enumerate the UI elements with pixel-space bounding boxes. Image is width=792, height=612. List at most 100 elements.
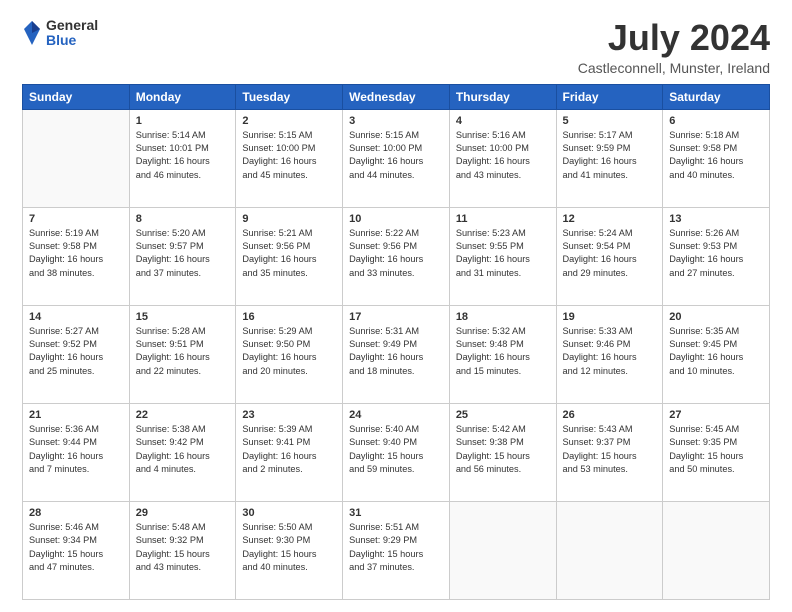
col-header-friday: Friday bbox=[556, 84, 663, 109]
col-header-sunday: Sunday bbox=[23, 84, 130, 109]
day-cell: 3 Sunrise: 5:15 AM Sunset: 10:00 PM Dayli… bbox=[343, 109, 450, 207]
day-info: Sunrise: 5:17 AM Sunset: 9:59 PM Dayligh… bbox=[563, 129, 657, 182]
day-cell: 27Sunrise: 5:45 AM Sunset: 9:35 PM Dayli… bbox=[663, 403, 770, 501]
day-number: 14 bbox=[29, 311, 123, 323]
day-cell: 15 Sunrise: 5:28 AM Sunset: 9:51 PM Dayli… bbox=[129, 305, 236, 403]
day-number: 28 bbox=[29, 507, 123, 519]
day-info: Sunrise: 5:21 AM Sunset: 9:56 PM Dayligh… bbox=[242, 227, 336, 280]
day-number: 24 bbox=[349, 409, 443, 421]
day-cell: 16 Sunrise: 5:29 AM Sunset: 9:50 PM Dayli… bbox=[236, 305, 343, 403]
day-info: Sunrise: 5:20 AM Sunset: 9:57 PM Dayligh… bbox=[136, 227, 230, 280]
day-number: 20 bbox=[669, 311, 763, 323]
day-cell: 31 Sunrise: 5:51 AM Sunset: 9:29 PM Dayli… bbox=[343, 501, 450, 599]
day-info: Sunrise: 5:22 AM Sunset: 9:56 PM Dayligh… bbox=[349, 227, 443, 280]
day-cell: 5 Sunrise: 5:17 AM Sunset: 9:59 PM Daylig… bbox=[556, 109, 663, 207]
day-number: 12 bbox=[563, 213, 657, 225]
day-number: 5 bbox=[563, 115, 657, 127]
day-cell: 10 Sunrise: 5:22 AM Sunset: 9:56 PM Dayli… bbox=[343, 207, 450, 305]
day-number: 19 bbox=[563, 311, 657, 323]
day-cell: 23 Sunrise: 5:39 AM Sunset: 9:41 PM Dayli… bbox=[236, 403, 343, 501]
day-info: Sunrise: 5:43 AM Sunset: 9:37 PM Dayligh… bbox=[563, 423, 657, 476]
page: General Blue July 2024 Castleconnell, Mu… bbox=[0, 0, 792, 612]
day-info: Sunrise: 5:29 AM Sunset: 9:50 PM Dayligh… bbox=[242, 325, 336, 378]
day-cell: 29 Sunrise: 5:48 AM Sunset: 9:32 PM Dayli… bbox=[129, 501, 236, 599]
logo-icon bbox=[22, 19, 42, 47]
day-info: Sunrise: 5:32 AM Sunset: 9:48 PM Dayligh… bbox=[456, 325, 550, 378]
day-info: Sunrise: 5:26 AM Sunset: 9:53 PM Dayligh… bbox=[669, 227, 763, 280]
day-info: Sunrise: 5:39 AM Sunset: 9:41 PM Dayligh… bbox=[242, 423, 336, 476]
day-number: 21 bbox=[29, 409, 123, 421]
day-info: Sunrise: 5:15 AM Sunset: 10:00 PM Daylig… bbox=[349, 129, 443, 182]
day-number: 6 bbox=[669, 115, 763, 127]
col-header-monday: Monday bbox=[129, 84, 236, 109]
day-number: 29 bbox=[136, 507, 230, 519]
day-cell: 1Sunrise: 5:14 AM Sunset: 10:01 PM Dayli… bbox=[129, 109, 236, 207]
location-title: Castleconnell, Munster, Ireland bbox=[578, 60, 770, 76]
day-cell: 9 Sunrise: 5:21 AM Sunset: 9:56 PM Daylig… bbox=[236, 207, 343, 305]
day-info: Sunrise: 5:42 AM Sunset: 9:38 PM Dayligh… bbox=[456, 423, 550, 476]
week-row-1: 7 Sunrise: 5:19 AM Sunset: 9:58 PM Daylig… bbox=[23, 207, 770, 305]
day-cell bbox=[23, 109, 130, 207]
day-number: 26 bbox=[563, 409, 657, 421]
day-number: 7 bbox=[29, 213, 123, 225]
day-info: Sunrise: 5:24 AM Sunset: 9:54 PM Dayligh… bbox=[563, 227, 657, 280]
day-cell: 8 Sunrise: 5:20 AM Sunset: 9:57 PM Daylig… bbox=[129, 207, 236, 305]
title-block: July 2024 Castleconnell, Munster, Irelan… bbox=[578, 18, 770, 76]
day-cell: 26 Sunrise: 5:43 AM Sunset: 9:37 PM Dayli… bbox=[556, 403, 663, 501]
day-info: Sunrise: 5:18 AM Sunset: 9:58 PM Dayligh… bbox=[669, 129, 763, 182]
day-cell: 11 Sunrise: 5:23 AM Sunset: 9:55 PM Dayli… bbox=[449, 207, 556, 305]
day-number: 15 bbox=[136, 311, 230, 323]
day-cell: 19 Sunrise: 5:33 AM Sunset: 9:46 PM Dayli… bbox=[556, 305, 663, 403]
day-info: Sunrise: 5:19 AM Sunset: 9:58 PM Dayligh… bbox=[29, 227, 123, 280]
week-row-3: 21 Sunrise: 5:36 AM Sunset: 9:44 PM Dayli… bbox=[23, 403, 770, 501]
day-info: Sunrise: 5:51 AM Sunset: 9:29 PM Dayligh… bbox=[349, 521, 443, 574]
day-info: Sunrise: 5:46 AM Sunset: 9:34 PM Dayligh… bbox=[29, 521, 123, 574]
logo-text: General Blue bbox=[46, 18, 98, 49]
day-cell bbox=[663, 501, 770, 599]
day-cell: 22Sunrise: 5:38 AM Sunset: 9:42 PM Dayli… bbox=[129, 403, 236, 501]
header: General Blue July 2024 Castleconnell, Mu… bbox=[22, 18, 770, 76]
day-info: Sunrise: 5:48 AM Sunset: 9:32 PM Dayligh… bbox=[136, 521, 230, 574]
week-row-4: 28 Sunrise: 5:46 AM Sunset: 9:34 PM Dayli… bbox=[23, 501, 770, 599]
day-number: 11 bbox=[456, 213, 550, 225]
day-number: 18 bbox=[456, 311, 550, 323]
day-info: Sunrise: 5:36 AM Sunset: 9:44 PM Dayligh… bbox=[29, 423, 123, 476]
day-cell: 4Sunrise: 5:16 AM Sunset: 10:00 PM Dayli… bbox=[449, 109, 556, 207]
day-number: 22 bbox=[136, 409, 230, 421]
day-cell: 7 Sunrise: 5:19 AM Sunset: 9:58 PM Daylig… bbox=[23, 207, 130, 305]
day-info: Sunrise: 5:40 AM Sunset: 9:40 PM Dayligh… bbox=[349, 423, 443, 476]
day-number: 25 bbox=[456, 409, 550, 421]
col-header-tuesday: Tuesday bbox=[236, 84, 343, 109]
day-number: 17 bbox=[349, 311, 443, 323]
day-number: 31 bbox=[349, 507, 443, 519]
day-number: 10 bbox=[349, 213, 443, 225]
header-row: SundayMondayTuesdayWednesdayThursdayFrid… bbox=[23, 84, 770, 109]
day-number: 23 bbox=[242, 409, 336, 421]
day-info: Sunrise: 5:14 AM Sunset: 10:01 PM Daylig… bbox=[136, 129, 230, 182]
day-cell: 12 Sunrise: 5:24 AM Sunset: 9:54 PM Dayli… bbox=[556, 207, 663, 305]
day-cell: 2 Sunrise: 5:15 AM Sunset: 10:00 PM Dayli… bbox=[236, 109, 343, 207]
day-cell: 30Sunrise: 5:50 AM Sunset: 9:30 PM Dayli… bbox=[236, 501, 343, 599]
day-info: Sunrise: 5:28 AM Sunset: 9:51 PM Dayligh… bbox=[136, 325, 230, 378]
week-row-2: 14Sunrise: 5:27 AM Sunset: 9:52 PM Dayli… bbox=[23, 305, 770, 403]
col-header-saturday: Saturday bbox=[663, 84, 770, 109]
day-info: Sunrise: 5:33 AM Sunset: 9:46 PM Dayligh… bbox=[563, 325, 657, 378]
day-number: 13 bbox=[669, 213, 763, 225]
day-cell: 28 Sunrise: 5:46 AM Sunset: 9:34 PM Dayli… bbox=[23, 501, 130, 599]
day-number: 2 bbox=[242, 115, 336, 127]
day-info: Sunrise: 5:23 AM Sunset: 9:55 PM Dayligh… bbox=[456, 227, 550, 280]
col-header-thursday: Thursday bbox=[449, 84, 556, 109]
day-cell: 25 Sunrise: 5:42 AM Sunset: 9:38 PM Dayli… bbox=[449, 403, 556, 501]
month-title: July 2024 bbox=[578, 18, 770, 58]
day-number: 8 bbox=[136, 213, 230, 225]
day-info: Sunrise: 5:15 AM Sunset: 10:00 PM Daylig… bbox=[242, 129, 336, 182]
day-number: 9 bbox=[242, 213, 336, 225]
day-number: 3 bbox=[349, 115, 443, 127]
day-cell bbox=[556, 501, 663, 599]
logo-general-label: General bbox=[46, 18, 98, 33]
day-info: Sunrise: 5:35 AM Sunset: 9:45 PM Dayligh… bbox=[669, 325, 763, 378]
day-cell: 6 Sunrise: 5:18 AM Sunset: 9:58 PM Daylig… bbox=[663, 109, 770, 207]
day-number: 4 bbox=[456, 115, 550, 127]
day-number: 16 bbox=[242, 311, 336, 323]
day-cell: 20 Sunrise: 5:35 AM Sunset: 9:45 PM Dayli… bbox=[663, 305, 770, 403]
